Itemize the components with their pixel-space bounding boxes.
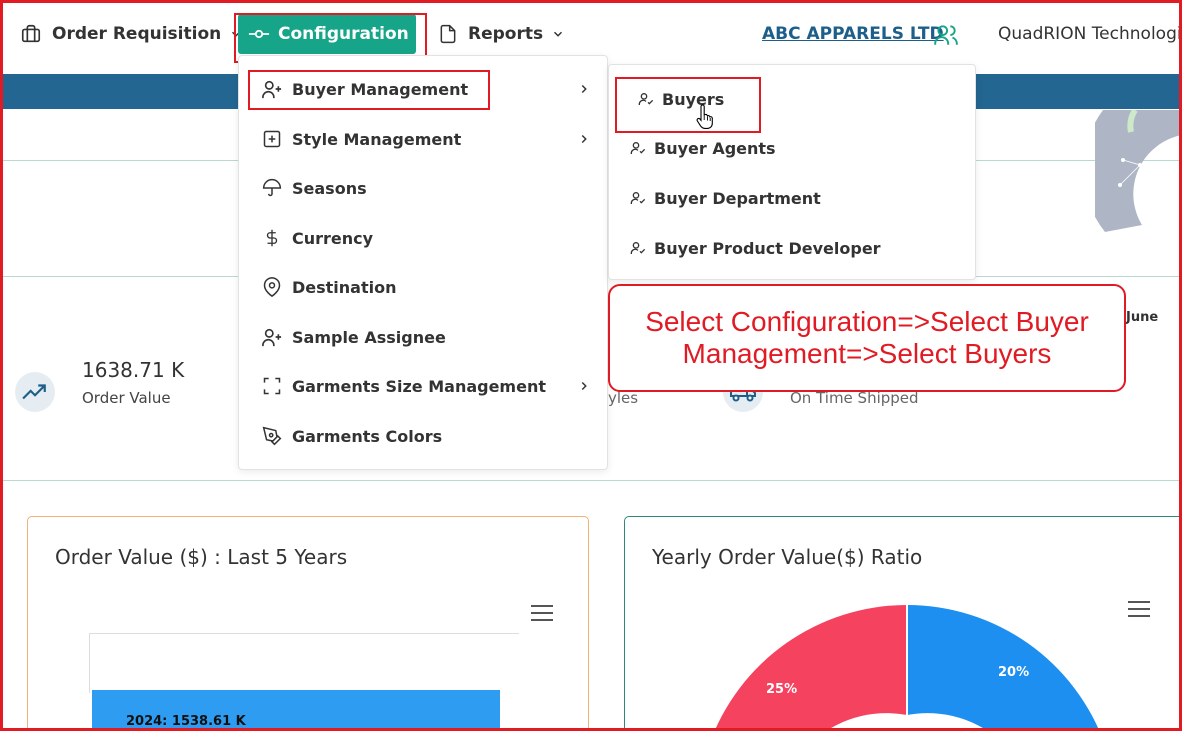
file-icon <box>440 24 456 44</box>
donut-slice-red <box>714 605 907 731</box>
menu-item-currency[interactable]: Currency <box>261 223 591 253</box>
order-value-card: Order Value ($) : Last 5 Years 2024: 153… <box>27 516 589 731</box>
chart-menu-icon[interactable] <box>1128 601 1150 617</box>
menu-item-label: Sample Assignee <box>292 327 446 347</box>
donut-chart <box>714 605 1100 731</box>
menu-item-label: Garments Size Management <box>292 376 546 396</box>
dollar-icon <box>261 227 283 249</box>
menu-item-label: Destination <box>292 277 397 297</box>
month-label: June <box>1126 310 1159 325</box>
menu-item-label: Garments Colors <box>292 426 443 446</box>
chart-gridline <box>89 633 519 634</box>
instruction-callout: Select Configuration=>Select Buyer Manag… <box>608 284 1126 392</box>
menu-item-sample-assignee[interactable]: Sample Assignee <box>261 322 591 352</box>
slice-label: 25% <box>766 682 798 697</box>
submenu-item-label: Buyer Department <box>654 188 821 208</box>
nav-order-requisition[interactable]: Order Requisition <box>20 14 243 54</box>
buyers-highlight-box <box>615 77 761 133</box>
menu-item-label: Currency <box>292 228 374 248</box>
submenu-item-buyer-product-developer[interactable]: Buyer Product Developer <box>629 235 881 261</box>
card-title: Yearly Order Value($) Ratio <box>652 545 923 569</box>
divider <box>3 480 1179 481</box>
user-check-icon <box>629 239 647 257</box>
chevron-right-icon <box>581 381 587 391</box>
users-icon[interactable] <box>932 22 960 52</box>
user-plus-icon <box>261 326 283 348</box>
menu-item-seasons[interactable]: Seasons <box>261 173 591 203</box>
nav-order-requisition-label: Order Requisition <box>52 24 222 44</box>
umbrella-icon <box>261 177 283 199</box>
company-link[interactable]: ABC APPARELS LTD <box>762 14 944 54</box>
donut-chart-fragment <box>1095 110 1182 232</box>
submenu-item-buyer-department[interactable]: Buyer Department <box>629 185 821 211</box>
submenu-item-label: Buyer Agents <box>654 138 776 158</box>
slice-label: 20% <box>998 665 1030 680</box>
hand-cursor-icon <box>696 104 713 129</box>
nav-reports[interactable]: Reports <box>438 14 565 54</box>
plus-square-icon <box>261 128 283 150</box>
chart-axis <box>89 633 90 693</box>
organization-name: QuadRION Technologies <box>998 24 1182 44</box>
order-value-amount: 1638.71 K <box>82 358 185 382</box>
menu-item-label: Seasons <box>292 178 367 198</box>
trending-up-icon <box>15 372 55 412</box>
user-check-icon <box>629 189 647 207</box>
submenu-item-label: Buyer Product Developer <box>654 238 881 258</box>
buyer-management-highlight-box <box>248 70 490 110</box>
menu-item-style-management[interactable]: Style Management <box>261 124 591 154</box>
menu-item-garments-size-management[interactable]: Garments Size Management <box>261 371 591 401</box>
user-check-icon <box>629 139 647 157</box>
pen-tool-icon <box>261 425 283 447</box>
menu-item-destination[interactable]: Destination <box>261 272 591 302</box>
chart-menu-icon[interactable] <box>531 605 553 621</box>
frame-icon <box>261 375 283 397</box>
card-title: Order Value ($) : Last 5 Years <box>55 545 348 569</box>
briefcase-icon <box>21 24 41 43</box>
bar-data-label: 2024: 1538.61 K <box>126 714 246 729</box>
map-pin-icon <box>261 276 283 298</box>
chevron-right-icon <box>581 134 587 144</box>
menu-item-label: Style Management <box>292 129 462 149</box>
nav-reports-label: Reports <box>468 24 544 44</box>
configuration-dropdown: Buyer Management Style Management Season… <box>238 55 608 470</box>
order-value-label: Order Value <box>82 389 171 407</box>
chevron-right-icon <box>581 84 587 94</box>
yearly-ratio-card: Yearly Order Value($) Ratio 25% 20% <box>624 516 1182 731</box>
submenu-item-buyer-agents[interactable]: Buyer Agents <box>629 135 776 161</box>
menu-item-garments-colors[interactable]: Garments Colors <box>261 421 591 451</box>
instruction-text: Select Configuration=>Select Buyer Manag… <box>645 306 1089 369</box>
chevron-down-icon <box>554 31 563 37</box>
